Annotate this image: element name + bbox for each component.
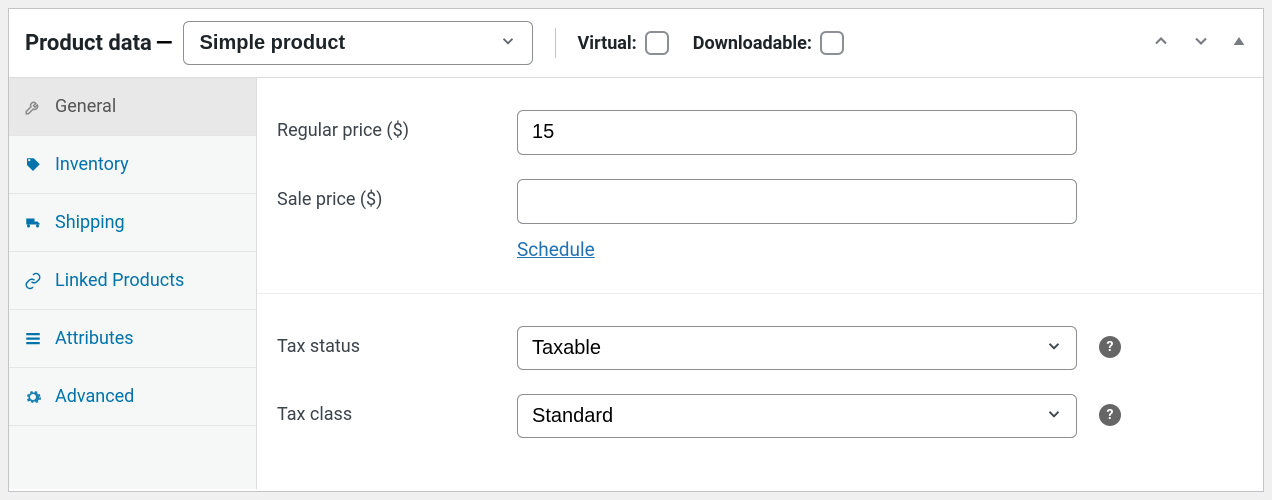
sidebar-item-label: Linked Products xyxy=(55,270,184,291)
link-icon xyxy=(23,272,43,290)
pricing-section: Regular price ($) Sale price ($) Schedul… xyxy=(257,78,1263,294)
regular-price-label: Regular price ($) xyxy=(277,110,517,141)
wrench-icon xyxy=(23,98,43,116)
tax-section: Tax status Taxable ? xyxy=(257,294,1263,470)
tax-status-label: Tax status xyxy=(277,326,517,357)
sale-price-label: Sale price ($) xyxy=(277,179,517,210)
panel-header: Product data — Simple product Virtual: D… xyxy=(9,9,1263,78)
tax-status-row: Tax status Taxable ? xyxy=(277,314,1243,382)
sidebar-item-attributes[interactable]: Attributes xyxy=(9,310,256,368)
virtual-label: Virtual: xyxy=(578,33,637,54)
downloadable-checkbox[interactable] xyxy=(820,31,844,55)
sidebar-item-shipping[interactable]: Shipping xyxy=(9,194,256,252)
help-icon: ? xyxy=(1099,336,1121,358)
toggle-panel-icon[interactable] xyxy=(1231,33,1247,53)
tax-status-select[interactable]: Taxable xyxy=(517,326,1077,370)
tax-class-row: Tax class Standard ? xyxy=(277,382,1243,450)
truck-icon xyxy=(23,214,43,232)
panel-body: General Inventory Shipping Linked Produc… xyxy=(9,78,1263,489)
move-down-icon[interactable] xyxy=(1191,31,1211,55)
sidebar-item-label: General xyxy=(55,96,116,117)
sidebar-item-label: Inventory xyxy=(55,154,129,175)
sale-price-row: Sale price ($) Schedule xyxy=(277,167,1243,273)
panel-title: Product data xyxy=(25,31,152,56)
sidebar-item-advanced[interactable]: Advanced xyxy=(9,368,256,426)
virtual-checkbox[interactable] xyxy=(645,31,669,55)
sidebar-item-label: Shipping xyxy=(55,212,125,233)
sidebar-item-label: Advanced xyxy=(55,386,134,407)
help-icon: ? xyxy=(1099,404,1121,426)
sale-price-input[interactable] xyxy=(517,179,1077,224)
list-icon xyxy=(23,330,43,348)
product-type-select[interactable]: Simple product xyxy=(183,21,533,65)
tag-icon xyxy=(23,156,43,174)
sidebar-item-general[interactable]: General xyxy=(9,78,256,136)
tax-class-label: Tax class xyxy=(277,394,517,425)
tax-class-select[interactable]: Standard xyxy=(517,394,1077,438)
gear-icon xyxy=(23,388,43,406)
regular-price-input[interactable] xyxy=(517,110,1077,155)
help-tax-status[interactable]: ? xyxy=(1099,326,1121,358)
sidebar-item-linked-products[interactable]: Linked Products xyxy=(9,252,256,310)
regular-price-row: Regular price ($) xyxy=(277,98,1243,167)
title-dash: — xyxy=(156,31,173,56)
downloadable-label: Downloadable: xyxy=(693,33,812,54)
divider xyxy=(555,28,556,58)
help-tax-class[interactable]: ? xyxy=(1099,394,1121,426)
main-content: Regular price ($) Sale price ($) Schedul… xyxy=(257,78,1263,489)
sidebar-item-inventory[interactable]: Inventory xyxy=(9,136,256,194)
schedule-link[interactable]: Schedule xyxy=(517,238,595,261)
move-up-icon[interactable] xyxy=(1151,31,1171,55)
sidebar-item-label: Attributes xyxy=(55,328,134,349)
product-data-panel: Product data — Simple product Virtual: D… xyxy=(8,8,1264,492)
sidebar: General Inventory Shipping Linked Produc… xyxy=(9,78,257,489)
